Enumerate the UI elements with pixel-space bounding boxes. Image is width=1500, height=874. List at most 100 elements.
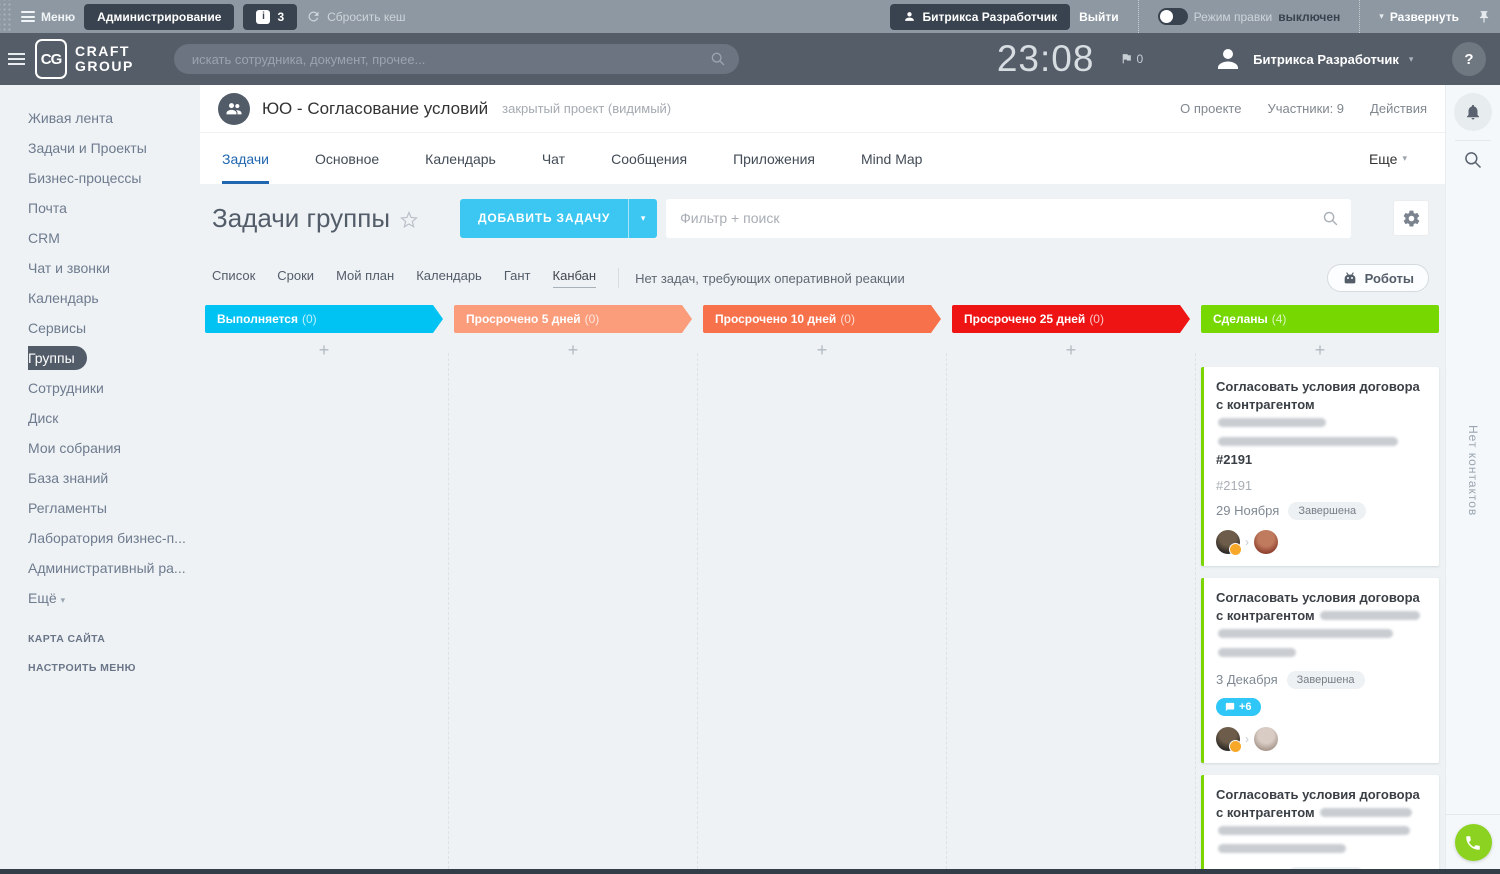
reset-cache-button[interactable]: Сбросить кеш: [306, 9, 405, 24]
column-header[interactable]: Сделаны(4): [1201, 305, 1439, 333]
sidebar-item-groups[interactable]: Группы: [28, 343, 200, 373]
task-card[interactable]: Согласовать условия договора с контраген…: [1201, 367, 1439, 566]
avatar-creator[interactable]: [1216, 530, 1240, 554]
chevron-down-icon: ▾: [61, 595, 66, 605]
sidebar-item-business-lab[interactable]: Лаборатория бизнес-п...: [28, 523, 200, 553]
current-user-button[interactable]: Битрикса Разработчик: [890, 4, 1071, 30]
tab-general[interactable]: Основное: [315, 133, 379, 184]
actions-link[interactable]: Действия: [1370, 101, 1427, 116]
sidebar-item-chat-calls[interactable]: Чат и звонки: [28, 253, 200, 283]
column-header[interactable]: Просрочено 25 дней(0): [952, 305, 1190, 333]
avatar-creator[interactable]: [1216, 727, 1240, 751]
redacted-text: [1218, 648, 1296, 657]
sidebar-item-services[interactable]: Сервисы: [28, 313, 200, 343]
favorite-star-icon[interactable]: [400, 211, 418, 229]
sidebar-item-mail[interactable]: Почта: [28, 193, 200, 223]
admin-top-bar: Меню Администрирование i 3 Сбросить кеш …: [0, 0, 1500, 33]
tab-tasks[interactable]: Задачи: [222, 133, 269, 184]
profile-name: Битрикса Разработчик: [1253, 52, 1399, 67]
avatar-assignee[interactable]: [1254, 530, 1278, 554]
view-my-plan[interactable]: Мой план: [336, 268, 394, 288]
tab-apps[interactable]: Приложения: [733, 133, 815, 184]
edit-mode-control: Режим правки выключен: [1158, 8, 1341, 25]
sidebar-item-regulations[interactable]: Регламенты: [28, 493, 200, 523]
main-header-bar: CG CRAFT GROUP 23:08 0 Битрикса Разработ…: [0, 33, 1500, 85]
sidebar-toggle-button[interactable]: [8, 50, 25, 68]
sidebar-item-drive[interactable]: Диск: [28, 403, 200, 433]
redacted-text: [1320, 808, 1412, 817]
about-project-link[interactable]: О проекте: [1180, 101, 1241, 116]
expand-label: Развернуть: [1390, 10, 1459, 24]
tab-calendar[interactable]: Календарь: [425, 133, 496, 184]
avatar-assignee[interactable]: [1254, 727, 1278, 751]
sidebar-item-business-processes[interactable]: Бизнес-процессы: [28, 163, 200, 193]
info-icon: i: [256, 10, 270, 24]
help-button[interactable]: ?: [1452, 42, 1486, 76]
call-button[interactable]: [1455, 824, 1492, 861]
edit-mode-toggle[interactable]: [1158, 8, 1188, 25]
sidebar-item-calendar[interactable]: Календарь: [28, 283, 200, 313]
task-card[interactable]: Согласовать условия договора с контраген…: [1201, 578, 1439, 763]
view-kanban[interactable]: Канбан: [553, 268, 597, 288]
kanban-column-overdue-10: Просрочено 10 дней(0) +: [703, 305, 941, 869]
status-badge: Завершена: [1287, 671, 1365, 689]
drag-handle-icon[interactable]: [0, 0, 12, 33]
tab-messages[interactable]: Сообщения: [611, 133, 687, 184]
task-card[interactable]: Согласовать условия договора с контраген…: [1201, 775, 1439, 869]
view-calendar[interactable]: Календарь: [416, 268, 482, 288]
add-card-button[interactable]: +: [952, 333, 1190, 367]
logout-button[interactable]: Выйти: [1079, 10, 1119, 24]
sidebar-item-knowledge-base[interactable]: База знаний: [28, 463, 200, 493]
tab-mindmap[interactable]: Mind Map: [861, 133, 922, 184]
add-card-button[interactable]: +: [205, 333, 443, 367]
add-card-button[interactable]: +: [1201, 333, 1439, 367]
column-header[interactable]: Выполняется(0): [205, 305, 443, 333]
divider: [618, 268, 619, 288]
project-visibility-label: закрытый проект (видимый): [502, 101, 671, 116]
flag-counter-button[interactable]: 0: [1120, 52, 1143, 66]
notifications-counter-button[interactable]: i 3: [243, 4, 297, 30]
column-header[interactable]: Просрочено 5 дней(0): [454, 305, 692, 333]
members-link[interactable]: Участники: 9: [1267, 101, 1344, 116]
profile-menu-button[interactable]: Битрикса Разработчик ▾: [1213, 44, 1413, 74]
add-task-button[interactable]: ДОБАВИТЬ ЗАДАЧУ ▾: [460, 199, 657, 238]
clock[interactable]: 23:08: [997, 38, 1095, 80]
admin-menu-button[interactable]: Меню: [21, 9, 75, 25]
tab-chat[interactable]: Чат: [542, 133, 565, 184]
sidebar-item-live-feed[interactable]: Живая лента: [28, 103, 200, 133]
person-icon: [903, 10, 916, 23]
configure-menu-link[interactable]: НАСТРОИТЬ МЕНЮ: [28, 662, 200, 674]
tabs-more-button[interactable]: Еще▾: [1369, 133, 1407, 184]
sidebar-item-crm[interactable]: CRM: [28, 223, 200, 253]
column-header[interactable]: Просрочено 10 дней(0): [703, 305, 941, 333]
pin-button[interactable]: [1477, 10, 1491, 24]
company-logo[interactable]: CG CRAFT GROUP: [35, 39, 134, 79]
board-settings-button[interactable]: [1393, 200, 1429, 236]
robot-icon: [1342, 271, 1358, 285]
expand-button[interactable]: ▾ Развернуть: [1379, 10, 1459, 24]
refresh-icon: [306, 9, 321, 24]
administration-button[interactable]: Администрирование: [84, 4, 234, 30]
rail-search-button[interactable]: [1446, 150, 1500, 170]
sitemap-link[interactable]: КАРТА САЙТА: [28, 633, 200, 645]
project-avatar[interactable]: [218, 93, 250, 125]
filter-search-input[interactable]: [666, 199, 1351, 238]
sidebar-item-employees[interactable]: Сотрудники: [28, 373, 200, 403]
sidebar-item-admin-section[interactable]: Административный ра...: [28, 553, 200, 583]
add-task-dropdown[interactable]: ▾: [629, 213, 657, 224]
add-card-button[interactable]: +: [703, 333, 941, 367]
add-card-button[interactable]: +: [454, 333, 692, 367]
view-gantt[interactable]: Гант: [504, 268, 531, 288]
flag-icon: [1120, 52, 1133, 65]
robots-button[interactable]: Роботы: [1327, 264, 1429, 292]
sidebar-item-my-meetings[interactable]: Мои собрания: [28, 433, 200, 463]
comments-badge[interactable]: +6: [1216, 698, 1261, 716]
global-search-input[interactable]: [174, 44, 739, 74]
task-number: #2191: [1216, 452, 1252, 467]
view-deadlines[interactable]: Сроки: [277, 268, 314, 288]
sidebar-item-more[interactable]: Ещё▾: [28, 583, 200, 613]
sidebar-item-tasks-projects[interactable]: Задачи и Проекты: [28, 133, 200, 163]
view-list[interactable]: Список: [212, 268, 255, 288]
notifications-button[interactable]: [1454, 93, 1492, 131]
divider: [1138, 0, 1139, 33]
